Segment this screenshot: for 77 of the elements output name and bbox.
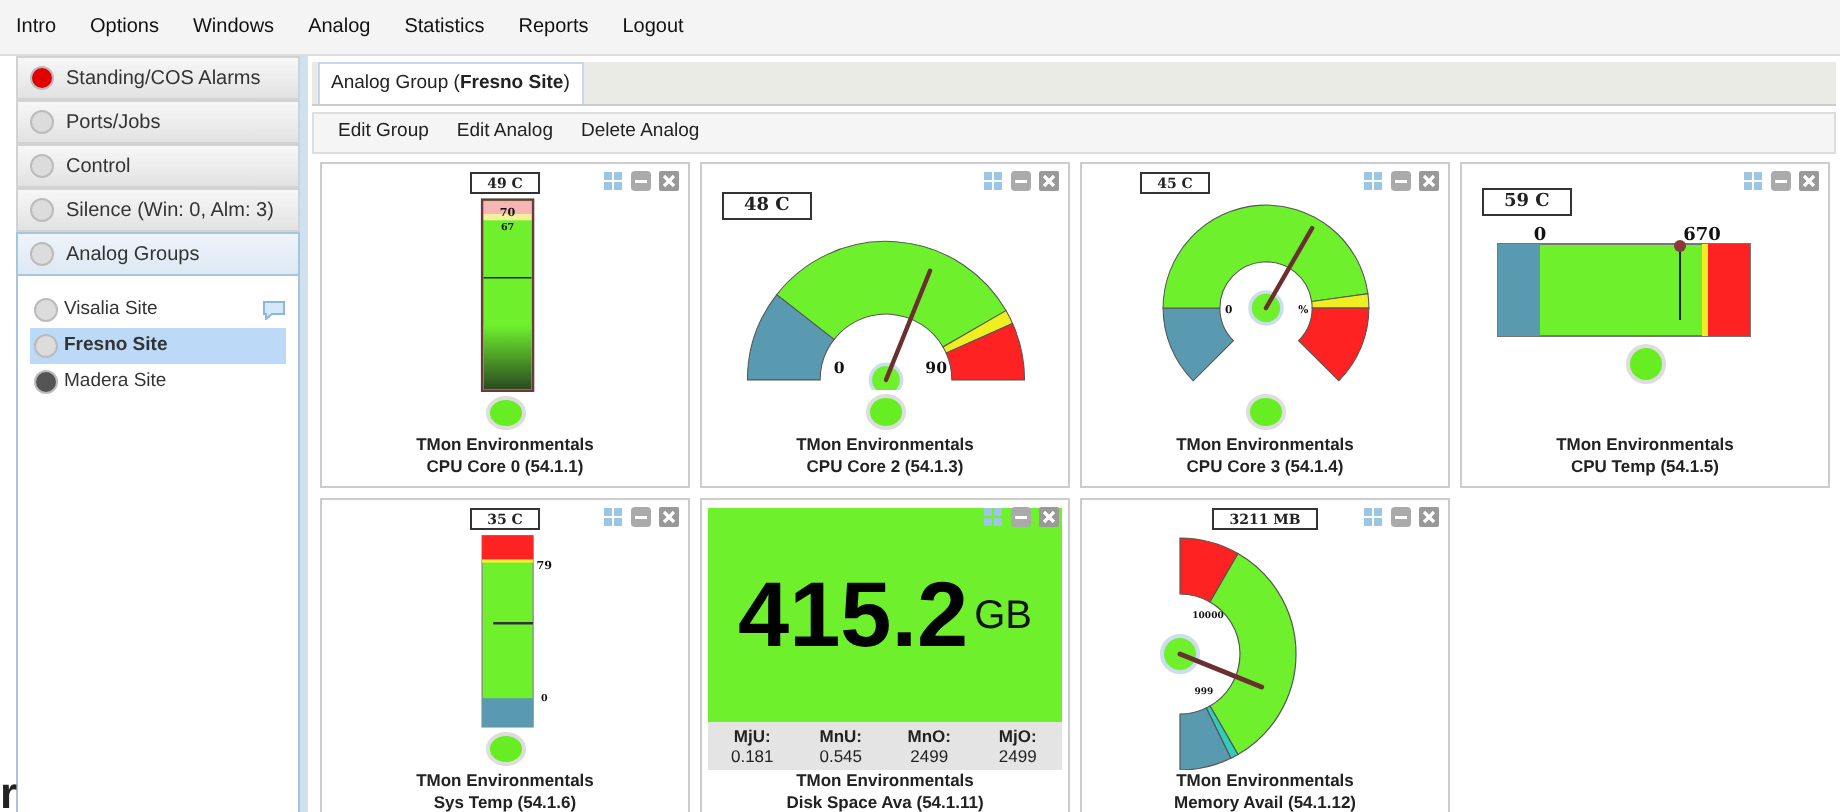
scale-label: 90 <box>924 358 947 377</box>
widget-subtitle: CPU Core 2 (54.1.3) <box>804 456 966 478</box>
site-item[interactable]: Fresno Site <box>30 328 286 364</box>
close-icon[interactable] <box>1418 170 1440 192</box>
accordion-header[interactable]: Ports/Jobs <box>16 100 300 144</box>
section-label: Silence (Win: 0, Alm: 3) <box>66 197 274 225</box>
section-label: Control <box>66 153 131 181</box>
widget-subtitle: CPU Temp (54.1.5) <box>1568 456 1721 478</box>
close-icon[interactable] <box>658 506 680 528</box>
widget-title: TMon Environmentals <box>416 770 594 792</box>
menu-item[interactable]: Windows <box>192 12 275 42</box>
site-item[interactable]: Visalia Site <box>30 292 286 328</box>
toolbar-button[interactable]: Edit Analog <box>456 118 553 148</box>
widget-subtitle: Sys Temp (54.1.6) <box>431 792 579 812</box>
menu-item[interactable]: Intro <box>16 12 57 42</box>
scale-label: 670 <box>1682 226 1720 246</box>
widget-title: TMon Environmentals <box>1174 770 1356 792</box>
menu-item[interactable]: Statistics <box>404 12 485 42</box>
big-value: 415.2 <box>737 560 969 670</box>
minimize-icon[interactable] <box>1770 170 1792 192</box>
toolbar-button[interactable]: Edit Group <box>338 118 429 148</box>
widget-subtitle: CPU Core 0 (54.1.1) <box>424 456 586 478</box>
comment-icon[interactable] <box>262 300 286 320</box>
reading-label: 59 C <box>1482 188 1572 216</box>
accordion-header[interactable]: Silence (Win: 0, Alm: 3) <box>16 188 300 232</box>
menu-item[interactable]: Reports <box>518 12 589 42</box>
close-icon[interactable] <box>1038 170 1060 192</box>
minimize-icon[interactable] <box>1390 170 1412 192</box>
grid-icon[interactable] <box>982 506 1004 528</box>
minimize-icon[interactable] <box>630 170 652 192</box>
minimize-icon[interactable] <box>1010 506 1032 528</box>
toolbar-button[interactable]: Delete Analog <box>581 118 700 148</box>
tab[interactable]: Analog Group (Fresno Site) <box>317 61 584 104</box>
close-icon[interactable] <box>1798 170 1820 192</box>
menu-item[interactable]: Analog <box>308 12 371 42</box>
menu-item[interactable]: Options <box>90 12 159 42</box>
scale-label: 0 <box>1532 226 1546 246</box>
minimize-icon[interactable] <box>630 506 652 528</box>
stat-label: MjU: <box>731 726 773 746</box>
stat-value: 0.181 <box>728 746 776 766</box>
stat-value: 2499 <box>908 746 951 766</box>
scale-label: 0 <box>832 358 844 377</box>
widget-title: TMon Environmentals <box>1176 434 1354 456</box>
section-label: Standing/COS Alarms <box>66 65 261 93</box>
section-label: Analog Groups <box>66 241 200 269</box>
close-icon[interactable] <box>1418 506 1440 528</box>
stat-label: MnU: <box>817 726 864 746</box>
site-item[interactable]: Madera Site <box>30 364 286 400</box>
widget-subtitle: Disk Space Ava (54.1.11) <box>786 792 984 812</box>
grid-icon[interactable] <box>602 506 624 528</box>
stat-value: 2499 <box>996 746 1039 766</box>
section-label: Ports/Jobs <box>66 109 161 137</box>
stat-label: MnO: <box>905 726 953 746</box>
accordion-header[interactable]: Standing/COS Alarms <box>16 56 300 100</box>
unit-label: GB <box>974 591 1033 641</box>
widget-subtitle: CPU Core 3 (54.1.4) <box>1184 456 1346 478</box>
stray-letter: r <box>0 772 18 812</box>
accordion-header[interactable]: Control <box>16 144 300 188</box>
widget-title: TMon Environmentals <box>1556 434 1734 456</box>
minimize-icon[interactable] <box>1010 170 1032 192</box>
minimize-icon[interactable] <box>1390 506 1412 528</box>
close-icon[interactable] <box>658 170 680 192</box>
stat-value: 0.545 <box>817 746 865 766</box>
widget-title: TMon Environmentals <box>796 434 974 456</box>
grid-icon[interactable] <box>602 170 624 192</box>
close-icon[interactable] <box>1038 506 1060 528</box>
grid-icon[interactable] <box>1362 170 1384 192</box>
widget-title: TMon Environmentals <box>416 434 594 456</box>
widget-title: TMon Environmentals <box>794 770 976 792</box>
grid-icon[interactable] <box>982 170 1004 192</box>
accordion-header[interactable]: Analog Groups <box>16 232 300 276</box>
reading-label: 48 C <box>722 192 812 220</box>
menu-item[interactable]: Logout <box>622 12 684 42</box>
widget-subtitle: Memory Avail (54.1.12) <box>1173 792 1357 812</box>
grid-icon[interactable] <box>1362 506 1384 528</box>
stat-label: MjO: <box>996 726 1039 746</box>
grid-icon[interactable] <box>1742 170 1764 192</box>
